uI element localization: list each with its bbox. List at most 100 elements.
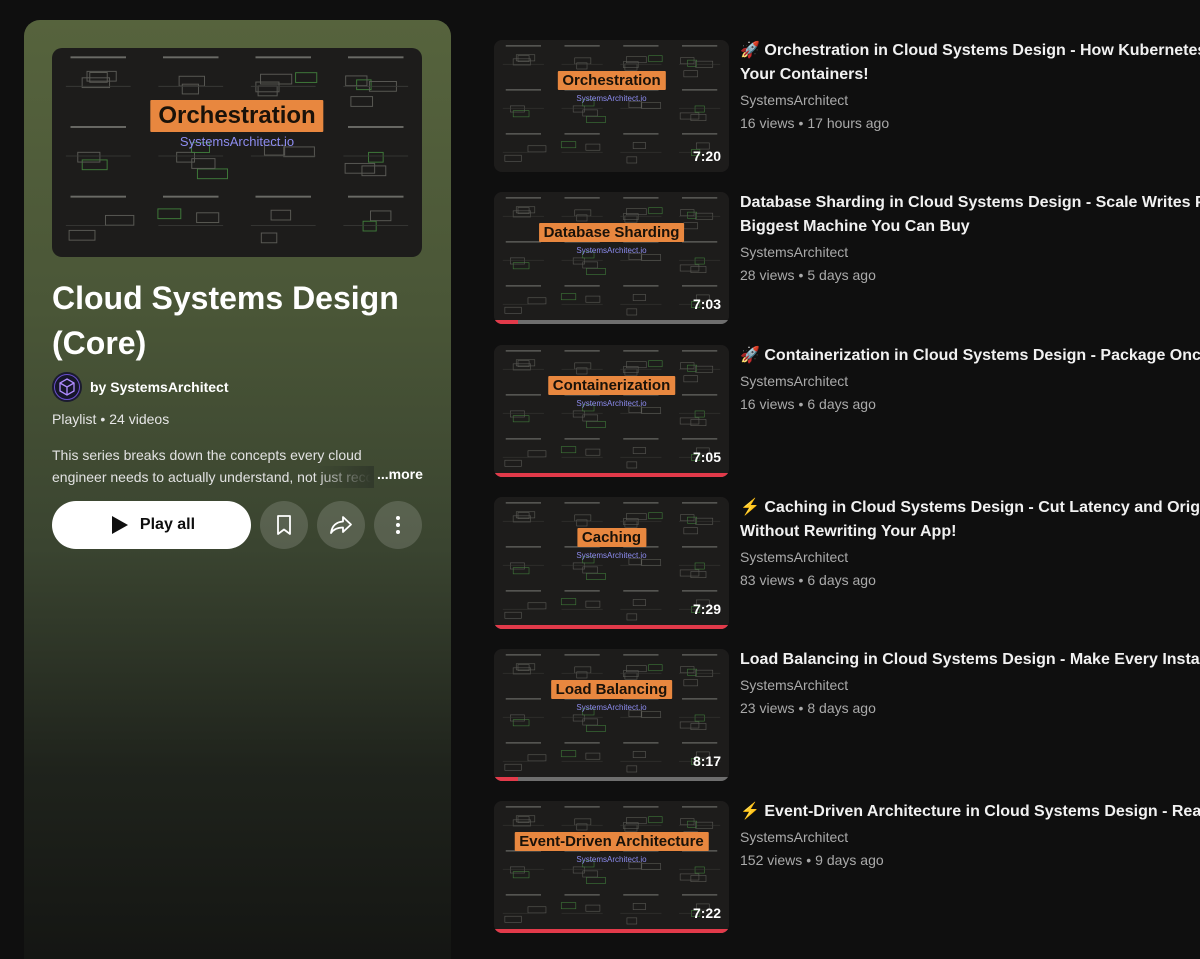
video-info: Load Balancing in Cloud Systems Design -… — [740, 648, 1200, 720]
view-count: 16 views — [740, 115, 795, 131]
save-playlist-button[interactable] — [260, 501, 308, 549]
stats-separator: • — [798, 572, 804, 588]
description-line: This series breaks down the concepts eve… — [52, 447, 362, 463]
watch-progress-bar — [494, 320, 518, 324]
more-actions-button[interactable] — [374, 501, 422, 549]
thumbnail-label: Containerization — [547, 376, 676, 395]
thumbnail-label: Orchestration — [557, 71, 666, 90]
list-item[interactable]: Event-Driven Architecture SystemsArchite… — [494, 801, 1200, 937]
thumbnail-watermark: SystemsArchitect.io — [576, 94, 647, 103]
playlist-thumbnail[interactable]: Orchestration SystemsArchitect.io — [52, 48, 422, 257]
title-emoji: 🚀 — [740, 347, 760, 364]
channel-name[interactable]: SystemsArchitect — [740, 826, 1200, 848]
video-thumbnail[interactable]: Load Balancing SystemsArchitect.io 8:17 — [494, 649, 729, 781]
play-icon — [111, 516, 128, 534]
video-stats: 16 views • 6 days ago — [740, 392, 1200, 416]
list-item[interactable]: Caching SystemsArchitect.io 7:29 ⚡ Cachi… — [494, 497, 1200, 633]
watch-progress-bar — [494, 625, 729, 629]
owner-name[interactable]: by SystemsArchitect — [90, 379, 229, 395]
title-text: Caching in Cloud Systems Design - Cut La… — [740, 499, 1200, 540]
channel-name[interactable]: SystemsArchitect — [740, 546, 1200, 568]
video-title[interactable]: 🚀 Containerization in Cloud Systems Desi… — [740, 344, 1200, 368]
video-info: Database Sharding in Cloud Systems Desig… — [740, 191, 1200, 287]
video-stats: 28 views • 5 days ago — [740, 263, 1200, 287]
duration-badge: 7:05 — [692, 449, 721, 465]
video-title[interactable]: Database Sharding in Cloud Systems Desig… — [740, 191, 1200, 239]
upload-age: 6 days ago — [807, 396, 876, 412]
stats-separator: • — [798, 267, 804, 283]
bookmark-icon — [277, 515, 291, 535]
watch-progress-track — [494, 320, 729, 324]
video-stats: 23 views • 8 days ago — [740, 696, 1200, 720]
duration-badge: 7:03 — [692, 296, 721, 312]
stats-separator: • — [798, 115, 804, 131]
title-text: Containerization in Cloud Systems Design… — [764, 347, 1200, 364]
video-count: 24 videos — [109, 411, 170, 427]
view-count: 23 views — [740, 700, 795, 716]
list-item[interactable]: Load Balancing SystemsArchitect.io 8:17 … — [494, 649, 1200, 785]
title-emoji: ⚡ — [740, 499, 760, 516]
video-title[interactable]: 🚀 Orchestration in Cloud Systems Design … — [740, 39, 1200, 87]
upload-age: 6 days ago — [807, 572, 876, 588]
video-info: 🚀 Containerization in Cloud Systems Desi… — [740, 344, 1200, 416]
title-emoji: 🚀 — [740, 42, 760, 59]
thumbnail-watermark: SystemsArchitect.io — [576, 551, 647, 560]
play-all-button[interactable]: Play all — [52, 501, 251, 549]
video-thumbnail[interactable]: Database Sharding SystemsArchitect.io 7:… — [494, 192, 729, 324]
meta-separator: • — [100, 411, 106, 427]
video-thumbnail[interactable]: Containerization SystemsArchitect.io 7:0… — [494, 345, 729, 477]
playlist-header: Orchestration SystemsArchitect.io Cloud … — [24, 20, 451, 959]
share-icon — [330, 516, 352, 534]
cube-icon — [54, 374, 80, 400]
video-info: 🚀 Orchestration in Cloud Systems Design … — [740, 39, 1200, 135]
channel-name[interactable]: SystemsArchitect — [740, 370, 1200, 392]
title-emoji: ⚡ — [740, 803, 760, 820]
list-item[interactable]: Containerization SystemsArchitect.io 7:0… — [494, 345, 1200, 481]
watch-progress-bar — [494, 929, 729, 933]
list-item[interactable]: Orchestration SystemsArchitect.io 7:20 🚀… — [494, 40, 1200, 176]
video-title[interactable]: ⚡ Caching in Cloud Systems Design - Cut … — [740, 496, 1200, 544]
view-count: 16 views — [740, 396, 795, 412]
video-stats: 16 views • 17 hours ago — [740, 111, 1200, 135]
video-thumbnail[interactable]: Caching SystemsArchitect.io 7:29 — [494, 497, 729, 629]
playlist-type: Playlist — [52, 411, 97, 427]
stats-separator: • — [806, 852, 812, 868]
channel-name[interactable]: SystemsArchitect — [740, 241, 1200, 263]
avatar[interactable] — [52, 372, 82, 402]
video-info: ⚡ Event-Driven Architecture in Cloud Sys… — [740, 800, 1200, 872]
upload-age: 8 days ago — [807, 700, 876, 716]
video-stats: 152 views • 9 days ago — [740, 848, 1200, 872]
share-button[interactable] — [317, 501, 365, 549]
title-text: Orchestration in Cloud Systems Design - … — [740, 42, 1200, 83]
view-count: 28 views — [740, 267, 795, 283]
video-thumbnail[interactable]: Event-Driven Architecture SystemsArchite… — [494, 801, 729, 933]
video-thumbnail[interactable]: Orchestration SystemsArchitect.io 7:20 — [494, 40, 729, 172]
upload-age: 17 hours ago — [807, 115, 890, 131]
view-count: 83 views — [740, 572, 795, 588]
thumbnail-label: Database Sharding — [538, 223, 685, 242]
watch-progress-bar — [494, 777, 518, 781]
thumbnail-watermark: SystemsArchitect.io — [576, 399, 647, 408]
thumbnail-watermark: SystemsArchitect.io — [576, 246, 647, 255]
watch-progress-bar — [494, 473, 729, 477]
video-title[interactable]: Load Balancing in Cloud Systems Design -… — [740, 648, 1200, 672]
channel-name[interactable]: SystemsArchitect — [740, 89, 1200, 111]
duration-badge: 7:22 — [692, 905, 721, 921]
thumbnail-watermark: SystemsArchitect.io — [576, 703, 647, 712]
playlist-owner[interactable]: by SystemsArchitect — [52, 372, 229, 402]
title-text: Database Sharding in Cloud Systems Desig… — [740, 194, 1200, 235]
video-title[interactable]: ⚡ Event-Driven Architecture in Cloud Sys… — [740, 800, 1200, 824]
view-count: 152 views — [740, 852, 803, 868]
stats-separator: • — [798, 396, 804, 412]
playlist-thumbnail-watermark: SystemsArchitect.io — [179, 134, 295, 149]
more-link[interactable]: ...more — [377, 466, 423, 482]
video-stats: 83 views • 6 days ago — [740, 568, 1200, 592]
playlist-meta: Playlist • 24 videos — [52, 411, 169, 427]
channel-name[interactable]: SystemsArchitect — [740, 674, 1200, 696]
video-info: ⚡ Caching in Cloud Systems Design - Cut … — [740, 496, 1200, 592]
play-all-label: Play all — [139, 516, 196, 533]
thumbnail-label: Caching — [576, 528, 647, 547]
list-item[interactable]: Database Sharding SystemsArchitect.io 7:… — [494, 192, 1200, 328]
playlist-title: Cloud Systems Design (Core) — [52, 280, 399, 361]
playlist-description[interactable]: This series breaks down the concepts eve… — [52, 444, 427, 488]
